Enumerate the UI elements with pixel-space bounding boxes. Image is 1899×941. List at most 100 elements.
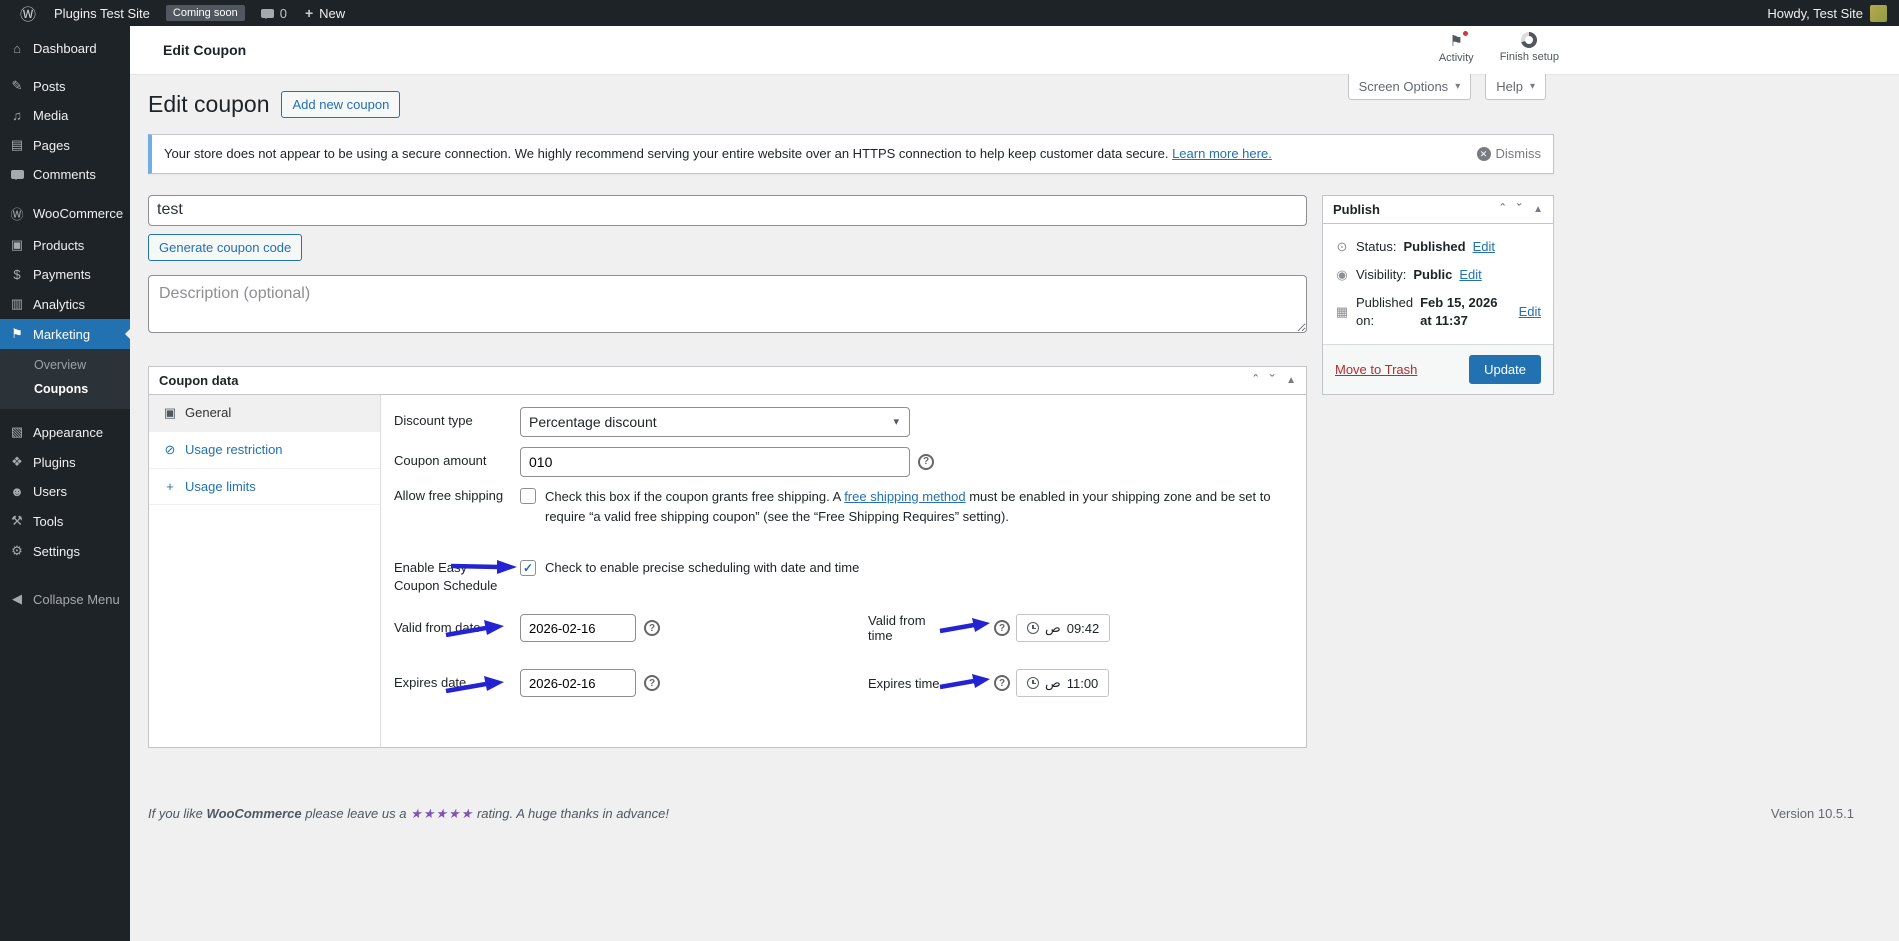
help-icon[interactable]: ? [994,620,1010,637]
finish-setup-button[interactable]: Finish setup [1500,32,1559,64]
dismiss-notice-button[interactable]: ✕ Dismiss [1476,146,1541,161]
usage-restriction-tab-icon: ⊘ [164,441,176,457]
help-icon[interactable]: ? [918,453,934,470]
edit-status-link[interactable]: Edit [1473,238,1495,256]
avatar [1870,4,1887,22]
setup-progress-icon [1521,32,1538,48]
tab-usage-restriction[interactable]: ⊘ Usage restriction [149,432,380,469]
generate-coupon-code-button[interactable]: Generate coupon code [148,233,303,261]
screen-options-button[interactable]: Screen Options ▾ [1347,74,1472,100]
tab-general[interactable]: ▣ General [149,394,380,432]
learn-more-link[interactable]: Learn more here. [1172,146,1272,161]
woocommerce-brand: WooCommerce [206,805,302,821]
site-name-link[interactable]: Plugins Test Site [46,0,158,26]
submenu-item-coupons[interactable]: Coupons [0,377,130,401]
meridiem: ص [1045,675,1061,691]
enable-schedule-checkbox[interactable] [520,559,536,576]
help-icon[interactable]: ? [994,675,1010,692]
wordpress-logo-icon[interactable]: Ⓦ [12,0,44,26]
move-down-icon[interactable]: ˇ [1517,202,1521,215]
submenu-item-overview[interactable]: Overview [0,353,130,377]
new-content-button[interactable]: + New [297,0,353,26]
status-row: ⊙ Status: Published Edit [1335,238,1541,256]
visibility-value: Public [1413,266,1453,282]
coupon-amount-label: Coupon amount [394,453,487,469]
new-label: New [319,5,346,21]
publish-title: Publish [1333,201,1380,217]
visibility-row: ◉ Visibility: Public Edit [1335,266,1541,284]
valid-from-time-picker[interactable]: ص 09:42 [1016,614,1111,643]
sidebar-item-pages[interactable]: ▤ Pages [0,130,130,160]
free-shipping-label: Allow free shipping [394,487,504,503]
pages-icon: ▤ [10,137,24,152]
move-up-icon[interactable]: ˆ [1253,373,1257,386]
admin-bar-comments-link[interactable]: 0 [253,0,295,26]
add-new-coupon-button[interactable]: Add new coupon [281,91,401,118]
admin-bar: Ⓦ Plugins Test Site Coming soon 0 + New … [0,0,1899,26]
five-stars-link[interactable]: ★★★★★ [410,806,473,821]
edit-published-link[interactable]: Edit [1519,303,1541,321]
collapse-menu-button[interactable]: ◀ Collapse Menu [0,584,130,614]
close-icon: ✕ [1476,146,1491,161]
chevron-down-icon: ▾ [1455,81,1461,92]
time-value: 11:00 [1066,675,1099,691]
sidebar-item-comments[interactable]: Comments [0,160,130,189]
tab-usage-limits[interactable]: + Usage limits [149,469,380,505]
activity-button[interactable]: ⚑ Activity [1439,30,1474,64]
clock-icon [1027,622,1039,635]
sidebar-item-dashboard[interactable]: ⌂ Dashboard [0,34,130,63]
notification-dot-icon [1461,30,1469,37]
coupon-amount-input[interactable] [520,446,910,477]
help-icon[interactable]: ? [644,675,660,692]
sidebar-item-media[interactable]: ♫ Media [0,101,130,130]
annotation-arrow [939,674,990,690]
coupon-data-tabs: ▣ General ⊘ Usage restriction + Usage li… [149,394,381,747]
sidebar-item-posts[interactable]: ✎ Posts [0,71,130,101]
edit-visibility-link[interactable]: Edit [1459,266,1481,284]
help-button[interactable]: Help ▾ [1485,74,1546,100]
sidebar-item-users[interactable]: ☻ Users [0,477,130,506]
sidebar-item-woocommerce[interactable]: Ⓦ WooCommerce [0,197,130,230]
coupon-code-input[interactable] [148,194,1307,226]
free-shipping-method-link[interactable]: free shipping method [844,489,965,504]
published-value: Feb 15, 2026 at 11:37 [1420,294,1498,329]
coupon-data-title: Coupon data [159,372,239,388]
main-content: Edit Coupon ⚑ Activity Finish setup Scre… [130,26,1899,941]
expires-time-label: Expires time [868,675,940,691]
move-up-icon[interactable]: ˆ [1500,202,1504,215]
notice-text: Your store does not appear to be using a… [164,146,1272,161]
update-button[interactable]: Update [1469,355,1541,385]
discount-type-select[interactable]: Percentage discount ▾ [520,406,910,437]
sidebar-item-plugins[interactable]: ❖ Plugins [0,447,130,477]
comments-count: 0 [279,5,287,21]
payments-icon: $ [13,267,21,282]
sidebar-item-settings[interactable]: ⚙ Settings [0,536,130,566]
move-down-icon[interactable]: ˇ [1270,373,1274,386]
sidebar-item-payments[interactable]: $ Payments [0,260,130,289]
meridiem: ص [1045,620,1061,636]
published-on-row: ▦ Published on: Feb 15, 2026 at 11:37 Ed… [1335,294,1541,330]
annotation-arrow [939,618,990,634]
coming-soon-badge: Coming soon [165,5,245,21]
sidebar-item-tools[interactable]: ⚒ Tools [0,506,130,536]
valid-from-date-input[interactable] [520,614,636,643]
move-to-trash-link[interactable]: Move to Trash [1335,362,1417,377]
expires-date-input[interactable] [520,669,636,698]
help-icon[interactable]: ? [644,620,660,637]
sidebar-item-analytics[interactable]: ▥ Analytics [0,289,130,319]
publish-box: Publish ˆ ˇ ▲ ⊙ Status: Published Edit ◉… [1322,194,1554,396]
enable-schedule-label: Enable Easy Coupon Schedule [394,559,498,593]
toggle-panel-icon[interactable]: ▲ [1286,375,1296,386]
status-value: Published [1403,238,1466,254]
coupon-description-textarea[interactable] [148,274,1307,333]
posts-icon: ✎ [11,78,23,93]
sidebar-item-marketing[interactable]: ⚑ Marketing [0,319,130,349]
sidebar-item-products[interactable]: ▣ Products [0,230,130,260]
my-account-link[interactable]: Howdy, Test Site [1767,4,1887,22]
products-icon: ▣ [10,237,24,252]
free-shipping-checkbox[interactable] [520,487,536,504]
expires-time-picker[interactable]: ص 11:00 [1016,669,1110,698]
marketing-icon: ⚑ [11,326,23,341]
sidebar-item-appearance[interactable]: ▧ Appearance [0,417,130,447]
toggle-panel-icon[interactable]: ▲ [1533,204,1543,215]
